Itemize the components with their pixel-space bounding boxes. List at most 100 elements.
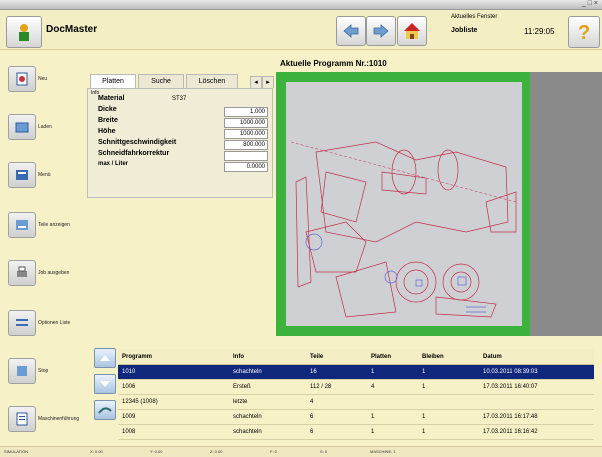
- arrow-down-icon: [100, 381, 110, 387]
- field-label-max-liter: max / Liter: [98, 161, 129, 167]
- cell-date: 17.03.2011 16:40:07: [479, 379, 594, 395]
- sidebar-button-menu[interactable]: [8, 162, 36, 188]
- tab-scroll-left[interactable]: ◂: [250, 76, 262, 88]
- options-icon: [16, 319, 28, 326]
- sidebar-label-machine: Maschinenführung: [38, 416, 80, 422]
- field-value-max-liter[interactable]: 0.0000: [224, 162, 268, 172]
- window-controls[interactable]: _ □ ×: [582, 0, 598, 7]
- viewer-title: Aktuelle Programm Nr.:1010: [280, 59, 387, 68]
- help-icon: ?: [578, 22, 590, 43]
- field-label-height: Höhe: [98, 128, 116, 135]
- field-value-cutting-speed[interactable]: 800.000: [224, 140, 268, 150]
- cell-parts: 112 / 28: [306, 379, 367, 395]
- cell-plates: 1: [367, 424, 418, 440]
- cell-program: 1006: [118, 379, 229, 395]
- sidebar-button-new[interactable]: [8, 66, 36, 92]
- home-icon: [404, 23, 420, 39]
- column-header-program[interactable]: Programm: [118, 349, 229, 365]
- clock: 11:29:05: [524, 27, 555, 36]
- cell-info: Ersteß: [229, 379, 306, 395]
- back-button[interactable]: [336, 16, 366, 46]
- field-value-thickness[interactable]: 1.000: [224, 107, 268, 117]
- cell-date: 10.03.2011 08:39:03: [479, 364, 594, 380]
- column-header-parts[interactable]: Teile: [306, 349, 367, 365]
- sidebar-button-load[interactable]: [8, 114, 36, 140]
- parts-icon: [16, 220, 28, 230]
- nesting-canvas[interactable]: [286, 82, 522, 326]
- info-panel: Info Material ST37 Dicke 1.000 Breite 10…: [87, 88, 273, 198]
- svg-text:?: ?: [578, 22, 590, 43]
- sidebar-button-options-list[interactable]: [8, 310, 36, 336]
- tab-delete[interactable]: Löschen: [186, 74, 238, 89]
- table-row[interactable]: 1006 Ersteß 112 / 28 4 1 17.03.2011 16:4…: [118, 379, 594, 395]
- program-viewer: [276, 72, 602, 336]
- fast-forward-button[interactable]: [94, 400, 116, 420]
- window-titlebar: _ □ ×: [0, 0, 602, 10]
- cell-info: letzte: [229, 394, 306, 410]
- cell-date: 17.03.2011 16:16:42: [479, 424, 594, 440]
- cell-remaining: 1: [418, 409, 479, 425]
- stop-icon: [17, 366, 27, 376]
- column-header-info[interactable]: Info: [229, 349, 306, 365]
- field-value-height[interactable]: 1000.000: [224, 129, 268, 139]
- current-window-value: Jobliste: [451, 27, 478, 34]
- cell-remaining: 1: [418, 379, 479, 395]
- user-caption: Aktuelles Fenster: [451, 14, 498, 20]
- print-icon: [17, 266, 27, 277]
- column-header-remaining[interactable]: Bleiben: [418, 349, 479, 365]
- cell-remaining: 1: [418, 424, 479, 440]
- table-row[interactable]: 12345 (1008) letzte 4: [118, 394, 594, 410]
- sidebar-label-stop: Stop: [38, 368, 49, 374]
- cell-parts: 4: [306, 394, 367, 410]
- app-title: DocMaster: [46, 24, 98, 35]
- field-label-thickness: Dicke: [98, 106, 117, 113]
- cell-parts: 6: [306, 409, 367, 425]
- field-label-material: Material: [98, 95, 125, 102]
- status-item: Z: 0.00: [210, 449, 223, 454]
- app-header: DocMaster Aktuelles Fenster Jobliste 11:…: [0, 10, 602, 50]
- cell-plates: 4: [367, 379, 418, 395]
- cell-plates: [367, 394, 418, 410]
- menu-icon: [16, 170, 28, 180]
- status-item: F: 0: [270, 449, 277, 454]
- person-icon: [19, 24, 29, 41]
- cell-program: 1008: [118, 424, 229, 440]
- cell-info: schachteln: [229, 409, 306, 425]
- home-button[interactable]: [397, 16, 427, 46]
- table-row[interactable]: 1008 schachteln 6 1 1 17.03.2011 16:16:4…: [118, 424, 594, 440]
- cell-plates: 1: [367, 409, 418, 425]
- tab-plates[interactable]: Platten: [90, 74, 136, 89]
- app-logo-button[interactable]: [6, 16, 42, 48]
- sidebar-button-stop[interactable]: [8, 358, 36, 384]
- open-icon: [15, 122, 29, 133]
- arrow-left-icon: [343, 24, 359, 38]
- sidebar-button-print-job[interactable]: [8, 260, 36, 286]
- sidebar-button-machine[interactable]: [8, 406, 36, 432]
- scroll-down-button[interactable]: [94, 374, 116, 394]
- table-row[interactable]: 1010 schachteln 16 1 1 10.03.2011 08:39:…: [118, 364, 594, 380]
- tab-search[interactable]: Suche: [138, 74, 184, 89]
- help-button[interactable]: ?: [568, 16, 600, 48]
- cell-remaining: [418, 394, 479, 410]
- column-header-date[interactable]: Datum: [479, 349, 594, 365]
- field-value-kerf-correction[interactable]: [224, 151, 268, 161]
- column-header-plates[interactable]: Platten: [367, 349, 418, 365]
- cell-remaining: 1: [418, 364, 479, 380]
- status-item: Y: 0.00: [150, 449, 163, 454]
- nesting-drawing: [290, 141, 517, 318]
- sidebar-label-options-list: Optionen Liste: [38, 320, 71, 326]
- field-value-width[interactable]: 1000.000: [224, 118, 268, 128]
- tab-scroll-right[interactable]: ▸: [262, 76, 274, 88]
- scroll-up-button[interactable]: [94, 348, 116, 368]
- arrow-up-icon: [100, 355, 110, 361]
- cell-info: schachteln: [229, 364, 306, 380]
- sidebar-button-show-parts[interactable]: [8, 212, 36, 238]
- plate-frame: [276, 72, 530, 336]
- program-table: Programm Info Teile Platten Bleiben Datu…: [118, 349, 594, 440]
- cell-info: schachteln: [229, 424, 306, 440]
- forward-button[interactable]: [366, 16, 396, 46]
- table-row[interactable]: 1009 schachteln 6 1 1 17.03.2011 16:17:4…: [118, 409, 594, 425]
- cell-program: 1009: [118, 409, 229, 425]
- status-bar: SIMULATION X: 0.00 Y: 0.00 Z: 0.00 F: 0 …: [0, 446, 602, 457]
- status-item: MASCHINE: 1: [370, 449, 396, 454]
